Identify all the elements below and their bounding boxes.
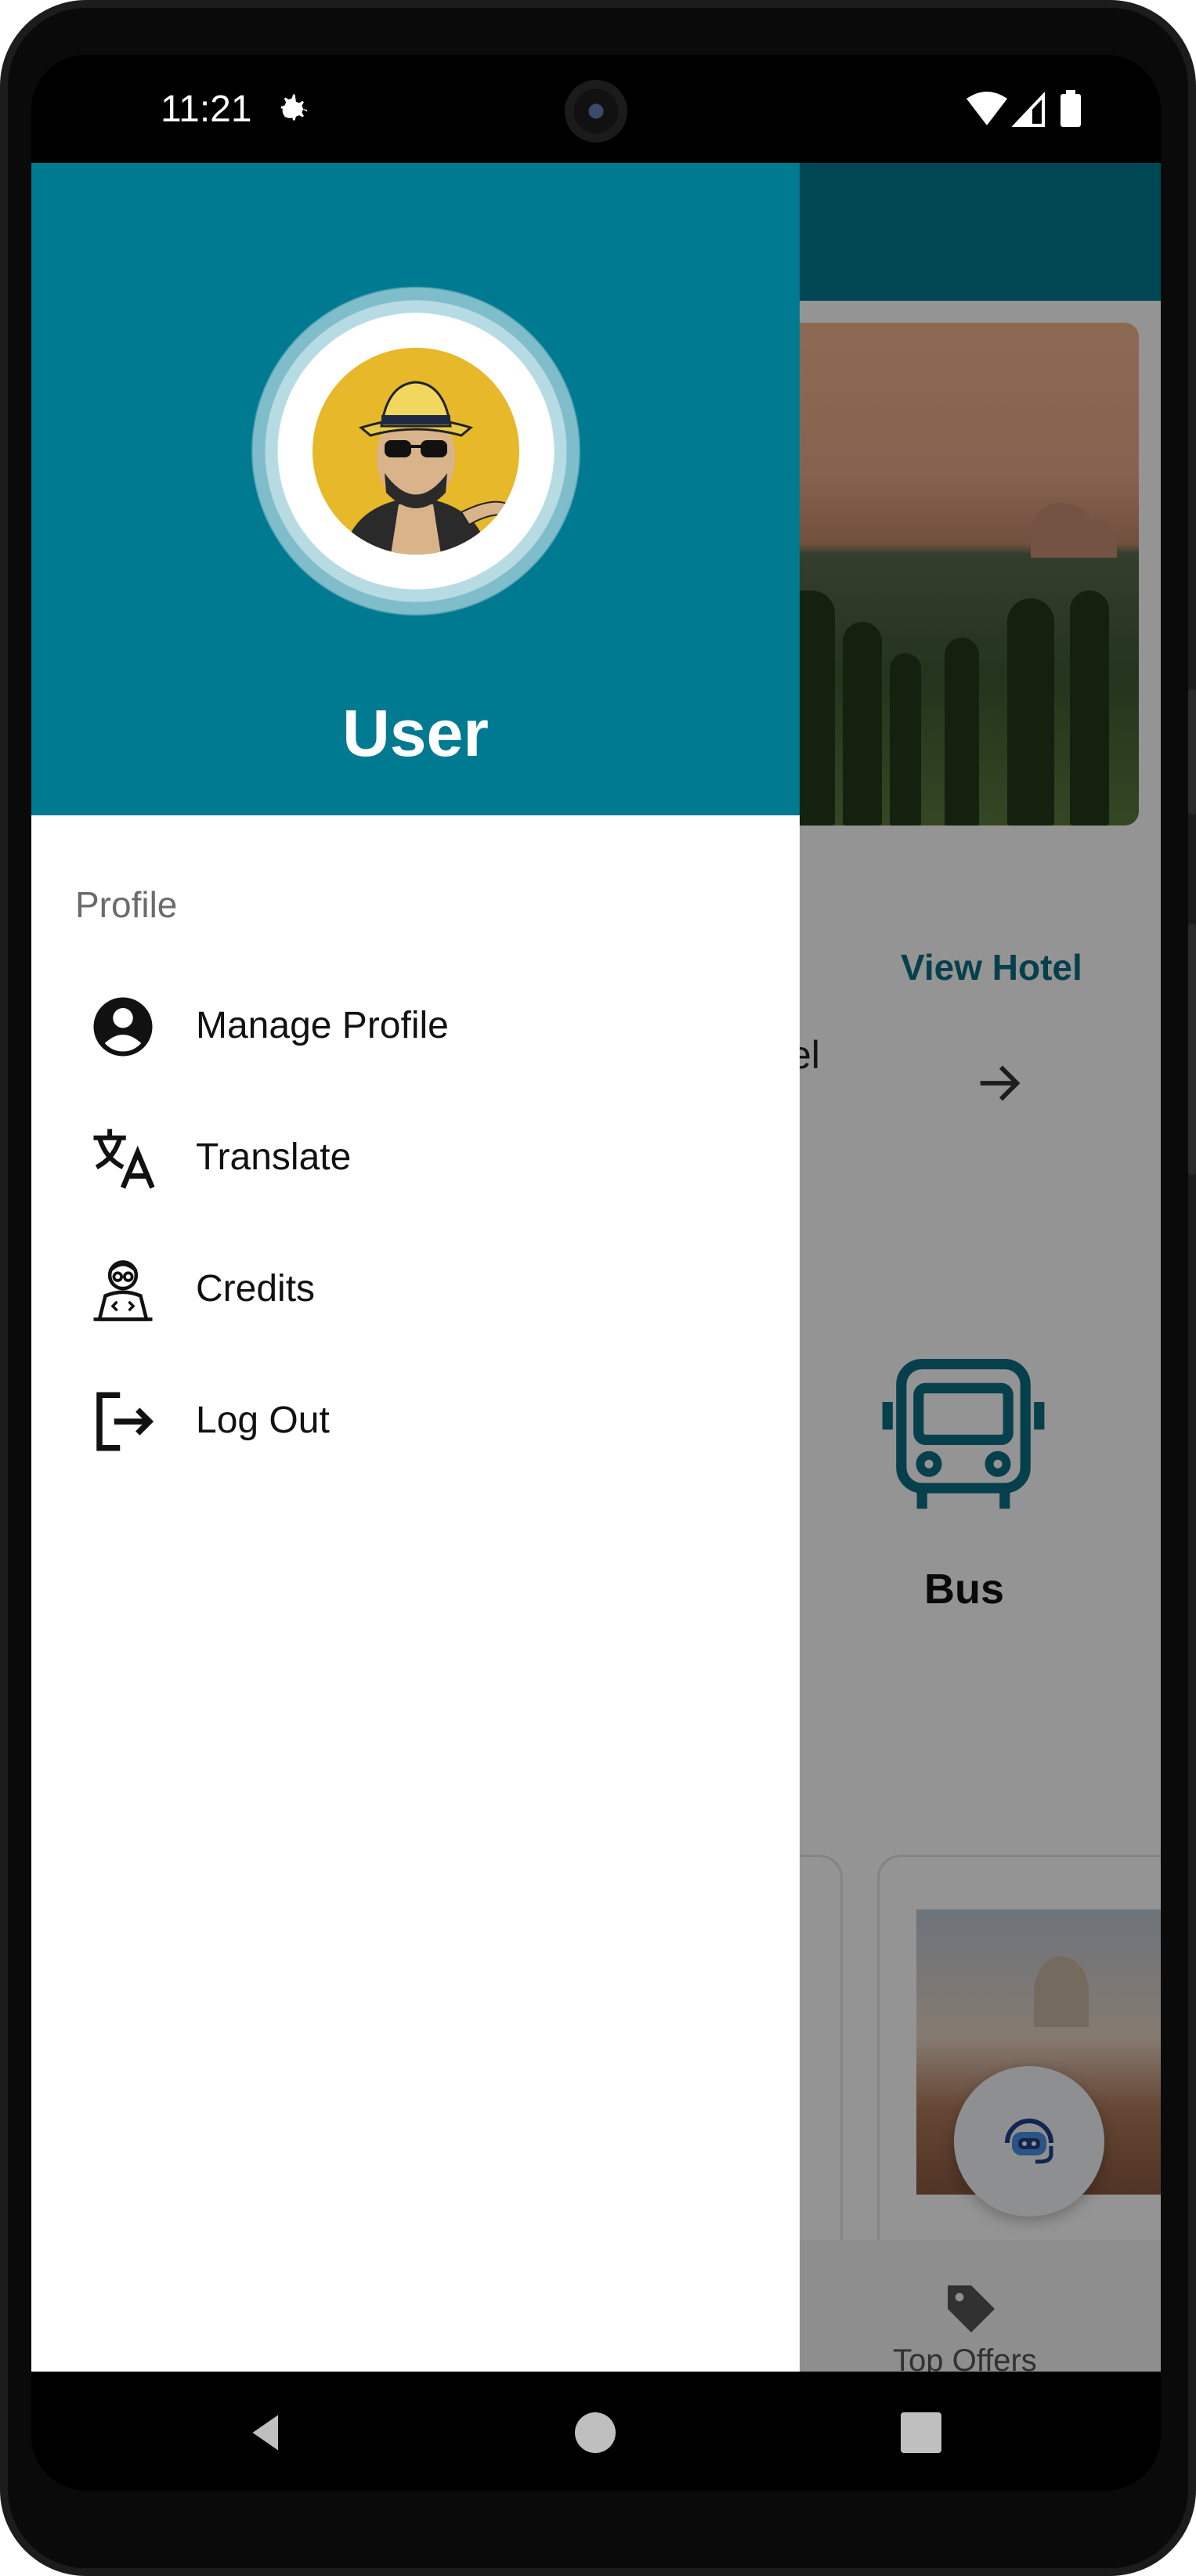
logout-icon bbox=[96, 1392, 154, 1451]
status-indicators-icon bbox=[967, 90, 1081, 127]
settings-gear-icon bbox=[280, 94, 307, 121]
menu-item-label: Log Out bbox=[196, 1400, 330, 1441]
status-time: 11:21 bbox=[161, 89, 252, 130]
avatar[interactable] bbox=[313, 348, 519, 555]
home-icon[interactable] bbox=[575, 2412, 616, 2453]
back-icon[interactable] bbox=[243, 2409, 290, 2456]
account-circle-icon bbox=[93, 997, 153, 1057]
status-bar: 11:21 bbox=[31, 55, 1161, 163]
navigation-drawer: User Profile Manage Profile Translate Cr… bbox=[31, 163, 800, 2372]
developer-icon bbox=[93, 1260, 153, 1321]
app-content: View Hotel el Bus Top Offers User Profil… bbox=[31, 163, 1161, 2372]
system-navigation-bar bbox=[31, 2372, 1161, 2491]
menu-item-label: Credits bbox=[196, 1268, 316, 1310]
translate-icon bbox=[93, 1129, 155, 1189]
menu-item-credits[interactable]: Credits bbox=[31, 1225, 800, 1342]
front-camera bbox=[565, 80, 627, 143]
power-button bbox=[1188, 924, 1196, 1175]
screen: 11:21 View Hotel el Bus Top Offers User … bbox=[31, 55, 1161, 2491]
phone-frame: 11:21 View Hotel el Bus Top Offers User … bbox=[0, 0, 1196, 2576]
user-name: User bbox=[342, 696, 489, 770]
menu-item-label: Translate bbox=[196, 1136, 352, 1178]
profile-section-label: Profile bbox=[75, 884, 178, 925]
menu-item-label: Manage Profile bbox=[196, 1005, 449, 1046]
menu-item-manage-profile[interactable]: Manage Profile bbox=[31, 962, 800, 1079]
recent-apps-icon[interactable] bbox=[901, 2412, 941, 2453]
menu-item-log-out[interactable]: Log Out bbox=[31, 1357, 800, 1474]
menu-item-translate[interactable]: Translate bbox=[31, 1093, 800, 1211]
drawer-header: User bbox=[31, 163, 800, 815]
volume-button bbox=[1188, 689, 1196, 815]
user-avatar-icon bbox=[344, 381, 510, 555]
